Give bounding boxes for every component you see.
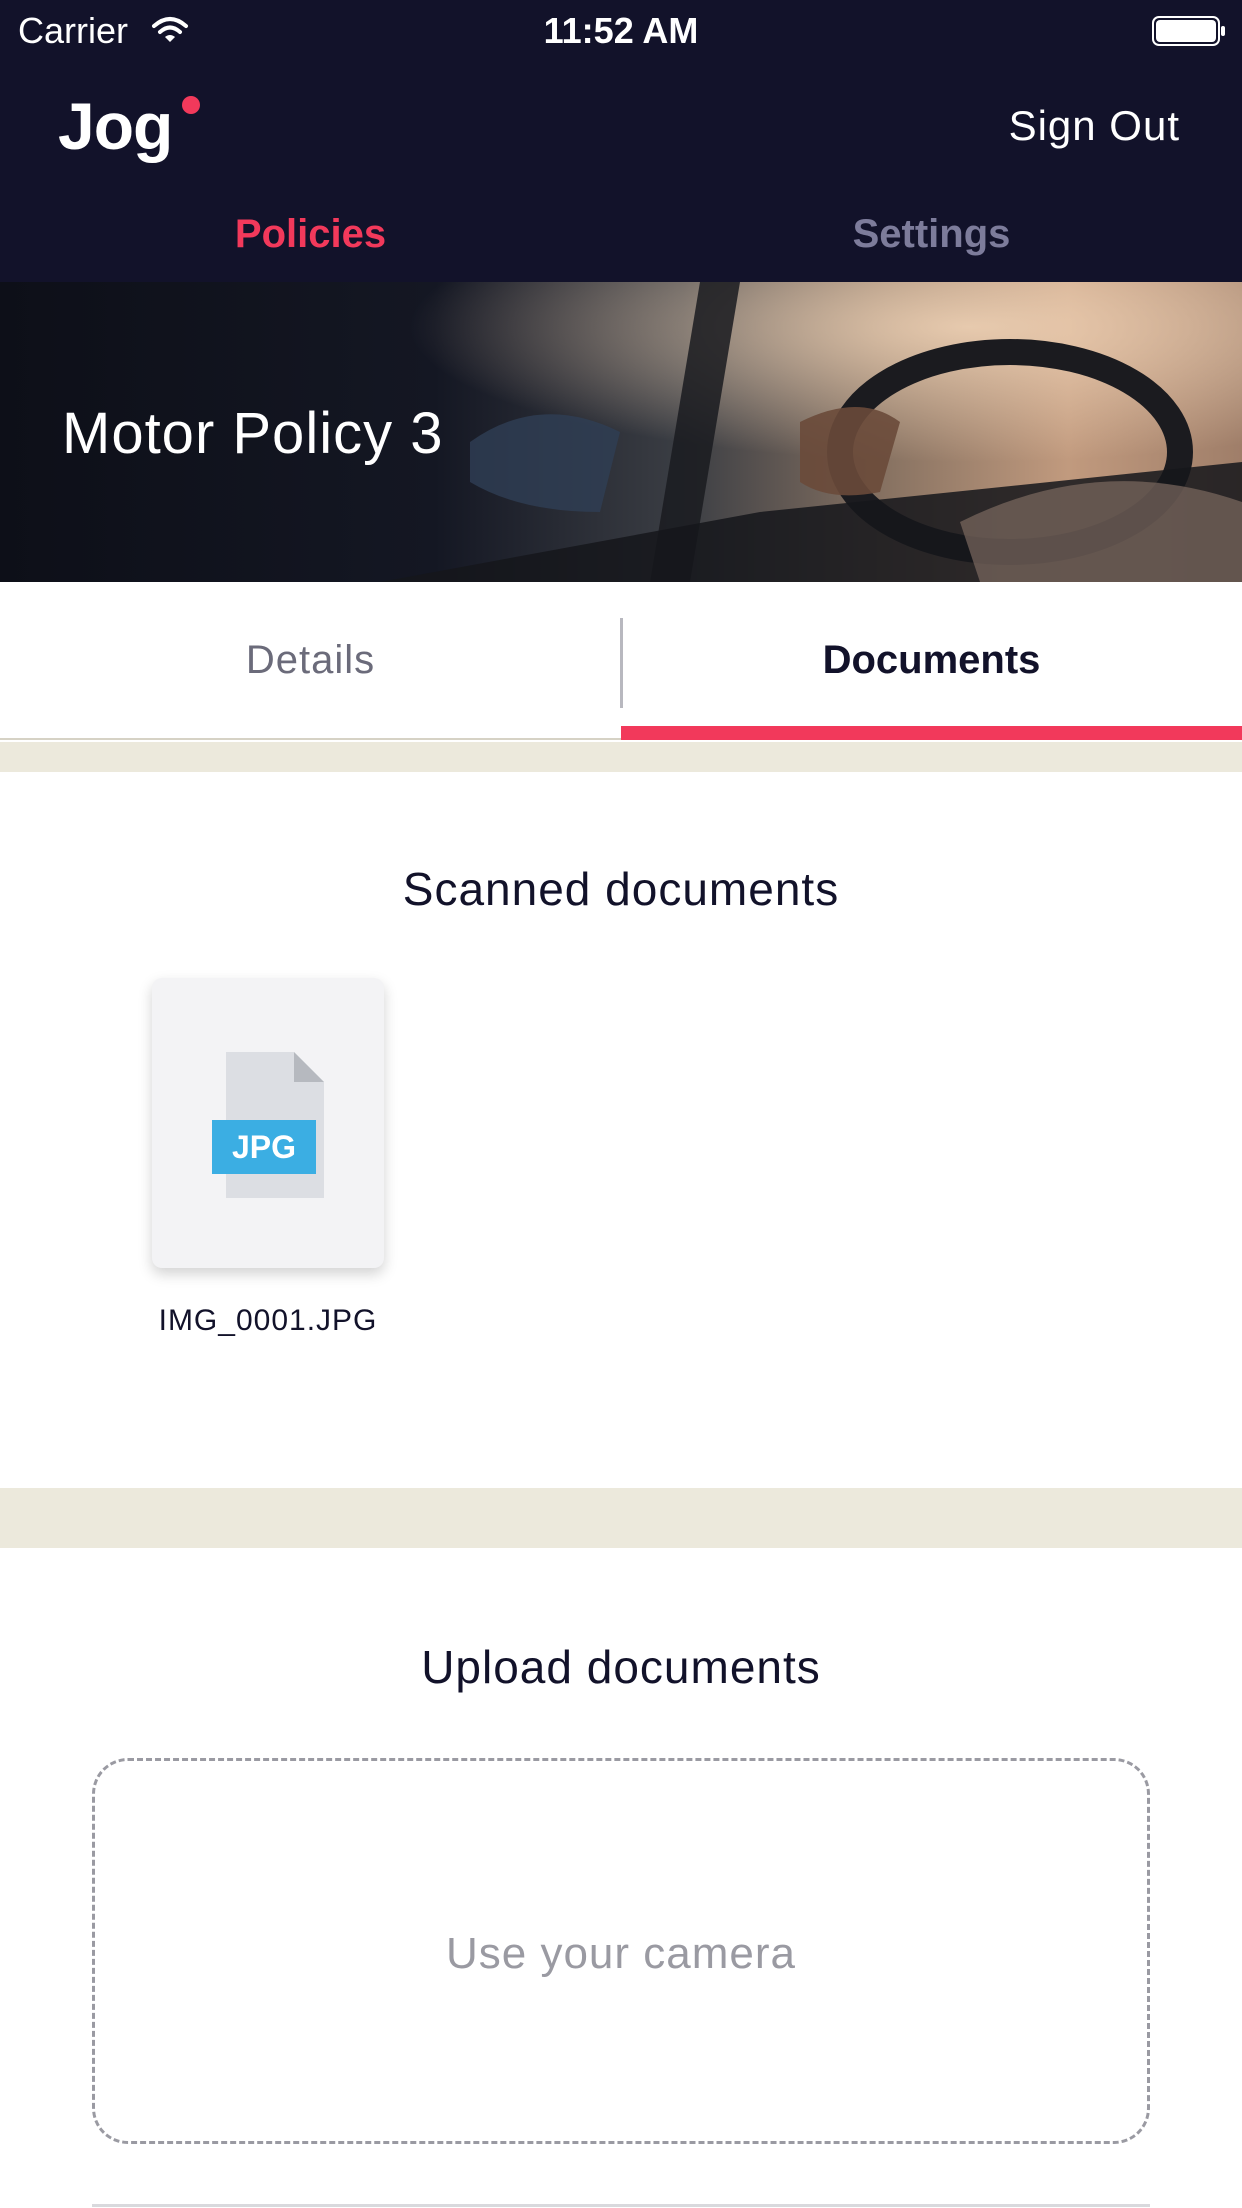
top-navigation: Policies Settings	[0, 212, 1242, 272]
status-time: 11:52 AM	[543, 10, 699, 51]
section-separator	[0, 1488, 1242, 1548]
nav-settings[interactable]: Settings	[621, 212, 1242, 257]
status-bar: Carrier 11:52 AM	[0, 0, 1242, 64]
scanned-file-thumbnail[interactable]: JPG	[152, 978, 384, 1268]
sign-out-button[interactable]: Sign Out	[1009, 102, 1180, 150]
policy-tabs: Details Documents	[0, 582, 1242, 740]
tab-documents[interactable]: Documents	[621, 638, 1242, 683]
use-camera-dropzone[interactable]: Use your camera	[92, 1758, 1150, 2144]
app-header: Carrier 11:52 AM Jog Sign Out Policies S…	[0, 0, 1242, 282]
tab-details[interactable]: Details	[0, 638, 621, 683]
policy-banner: Motor Policy 3	[0, 282, 1242, 582]
scanned-file-name: IMG_0001.JPG	[158, 1304, 378, 1337]
policy-title: Motor Policy 3	[62, 401, 444, 466]
upload-documents-heading: Upload documents	[421, 1641, 821, 1693]
nav-policies[interactable]: Policies	[0, 212, 621, 257]
use-camera-label: Use your camera	[445, 1929, 796, 1978]
battery-icon	[1152, 16, 1225, 46]
jog-logo: Jog	[58, 89, 173, 163]
logo-dot	[182, 96, 200, 114]
section-separator	[0, 742, 1242, 772]
bottom-divider	[92, 2204, 1150, 2207]
file-type-label: JPG	[232, 1129, 296, 1165]
active-tab-indicator	[621, 726, 1242, 740]
app-screen: Carrier 11:52 AM Jog Sign Out Policies S…	[0, 0, 1242, 2208]
scanned-documents-heading: Scanned documents	[402, 863, 840, 915]
jpg-file-icon: JPG	[212, 1052, 324, 1198]
